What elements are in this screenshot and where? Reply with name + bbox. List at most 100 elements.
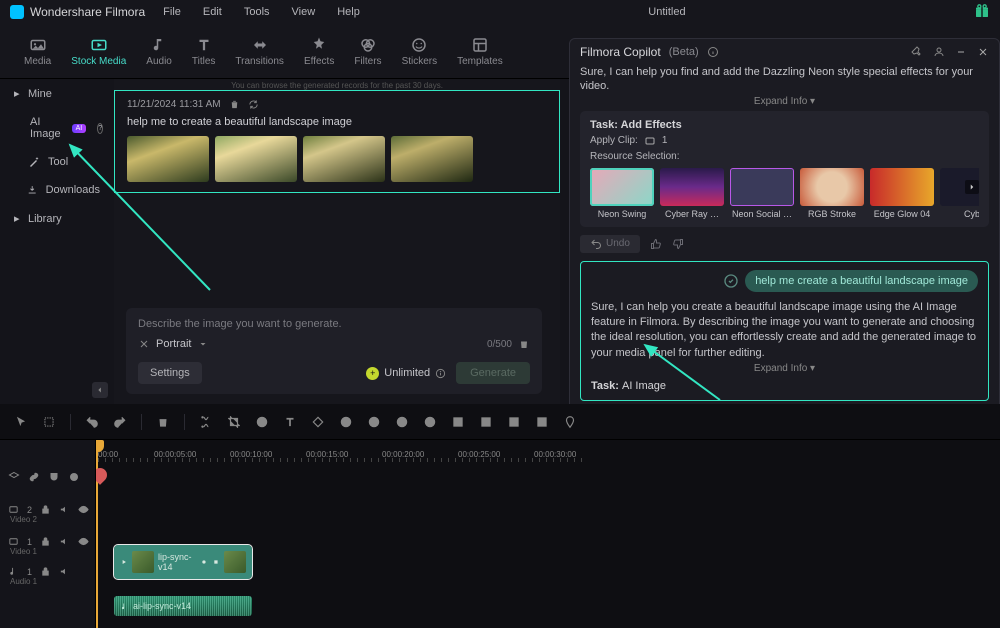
record-prompt: help me to create a beautiful landscape … [127, 116, 547, 128]
tab-templates[interactable]: Templates [453, 34, 507, 69]
clip-icon [644, 135, 656, 147]
trash-icon[interactable] [518, 338, 530, 350]
clear-icon[interactable] [138, 338, 150, 350]
timeline-ruler[interactable]: 00:00 00:00:05:00 00:00:10:00 00:00:15:0… [96, 440, 1000, 468]
tab-transitions[interactable]: Transitions [231, 34, 288, 69]
tool-c-icon[interactable] [423, 415, 437, 429]
undo-button[interactable]: Undo [580, 235, 640, 253]
menu-file[interactable]: File [163, 6, 181, 18]
tool-d-icon[interactable] [451, 415, 465, 429]
sidebar-item-mine[interactable]: ▸Mine [0, 79, 114, 108]
chevron-down-icon[interactable] [197, 338, 209, 350]
resource-edge-glow[interactable]: Edge Glow 04 [870, 168, 934, 219]
resource-cyber-ray[interactable]: Cyber Ray … [660, 168, 724, 219]
sidebar-item-tool[interactable]: Tool [0, 148, 114, 176]
menu-help[interactable]: Help [337, 6, 360, 18]
tab-stickers[interactable]: Stickers [398, 34, 442, 69]
tool-g-icon[interactable] [535, 415, 549, 429]
eye-icon[interactable] [78, 504, 89, 515]
marker-icon[interactable] [563, 415, 577, 429]
video-clip-1[interactable]: lip-sync-v14 [114, 545, 252, 579]
expand-info-2[interactable]: Expand Info ▾ [591, 363, 978, 374]
thumbs-up-icon[interactable] [650, 238, 662, 250]
tab-stock-media[interactable]: Stock Media [67, 34, 130, 69]
mute-icon[interactable] [59, 566, 70, 577]
tab-titles[interactable]: Titles [188, 34, 220, 69]
info-icon[interactable] [435, 368, 446, 379]
speed-icon[interactable] [255, 415, 269, 429]
edit-icon[interactable] [723, 273, 739, 289]
tool-a-icon[interactable] [367, 415, 381, 429]
sidebar-item-downloads[interactable]: Downloads [0, 176, 114, 204]
tool-b-icon[interactable] [395, 415, 409, 429]
crop-icon[interactable] [227, 415, 241, 429]
magnet-icon[interactable] [48, 471, 60, 483]
close-icon[interactable] [977, 46, 989, 58]
tool-f-icon[interactable] [507, 415, 521, 429]
mute-icon[interactable] [59, 536, 70, 547]
collapse-sidebar-button[interactable] [92, 382, 108, 398]
select-icon[interactable] [42, 415, 56, 429]
user-icon[interactable] [933, 46, 945, 58]
tab-filters[interactable]: Filters [350, 34, 385, 69]
thumbs-down-icon[interactable] [672, 238, 684, 250]
beta-label: (Beta) [669, 46, 699, 58]
aspect-selector[interactable]: Portrait [156, 338, 191, 350]
redo-icon[interactable] [113, 415, 127, 429]
text-icon[interactable] [283, 415, 297, 429]
audio-clip-1[interactable]: ai-lip-sync-v14 [114, 596, 252, 616]
gen-thumb-4[interactable] [391, 136, 473, 182]
highlighted-turn: help me create a beautiful landscape ima… [580, 261, 989, 402]
gen-thumb-2[interactable] [215, 136, 297, 182]
settings-button[interactable]: Settings [138, 362, 202, 384]
undo-icon[interactable] [85, 415, 99, 429]
track-video-2[interactable]: 2 [0, 504, 96, 515]
auto-icon[interactable] [68, 471, 80, 483]
resource-rgb-stroke[interactable]: RGB Stroke [800, 168, 864, 219]
trash-icon[interactable] [229, 99, 240, 110]
lock-icon[interactable] [40, 566, 51, 577]
sidebar-item-library[interactable]: ▸Library [0, 204, 114, 233]
play-icon [120, 557, 128, 567]
minimize-icon[interactable] [955, 46, 967, 58]
layers-icon[interactable] [8, 471, 20, 483]
mute-icon[interactable] [59, 504, 70, 515]
gift-icon[interactable] [974, 3, 990, 22]
menu-view[interactable]: View [292, 6, 316, 18]
gen-thumb-1[interactable] [127, 136, 209, 182]
user-message: help me create a beautiful landscape ima… [745, 270, 978, 292]
lock-icon[interactable] [40, 536, 51, 547]
gen-description-input[interactable]: Describe the image you want to generate. [138, 318, 530, 330]
timeline-marker[interactable] [96, 465, 110, 485]
cursor-icon[interactable] [14, 415, 28, 429]
sidebar-item-ai-image[interactable]: AI ImageAI? [0, 108, 114, 148]
delete-icon[interactable] [156, 415, 170, 429]
tool-e-icon[interactable] [479, 415, 493, 429]
tab-effects[interactable]: Effects [300, 34, 338, 69]
color-icon[interactable] [339, 415, 353, 429]
expand-info-1[interactable]: Expand Info ▾ [580, 96, 989, 107]
resources-next[interactable] [965, 180, 979, 194]
lock-icon[interactable] [40, 504, 51, 515]
generate-button[interactable]: Generate [456, 362, 530, 384]
keyframe-icon[interactable] [311, 415, 325, 429]
track-video-1[interactable]: 1 [0, 536, 96, 547]
split-icon[interactable] [199, 415, 213, 429]
help-icon[interactable]: ? [97, 123, 103, 134]
resource-neon-swing[interactable]: Neon Swing [590, 168, 654, 219]
menu-edit[interactable]: Edit [203, 6, 222, 18]
link-icon[interactable] [28, 471, 40, 483]
gen-thumb-3[interactable] [303, 136, 385, 182]
track-audio-1[interactable]: 1 [0, 566, 96, 577]
info-icon[interactable] [707, 46, 719, 58]
resource-neon-social[interactable]: Neon Social … [730, 168, 794, 219]
pin-icon[interactable] [911, 46, 923, 58]
fx2-icon [212, 557, 220, 567]
refresh-icon[interactable] [248, 99, 259, 110]
tab-media[interactable]: Media [20, 34, 55, 69]
menu-tools[interactable]: Tools [244, 6, 270, 18]
tab-audio[interactable]: Audio [142, 34, 176, 69]
plus-icon: + [366, 367, 379, 380]
app-logo: Wondershare Filmora [10, 5, 145, 19]
eye-icon[interactable] [78, 536, 89, 547]
